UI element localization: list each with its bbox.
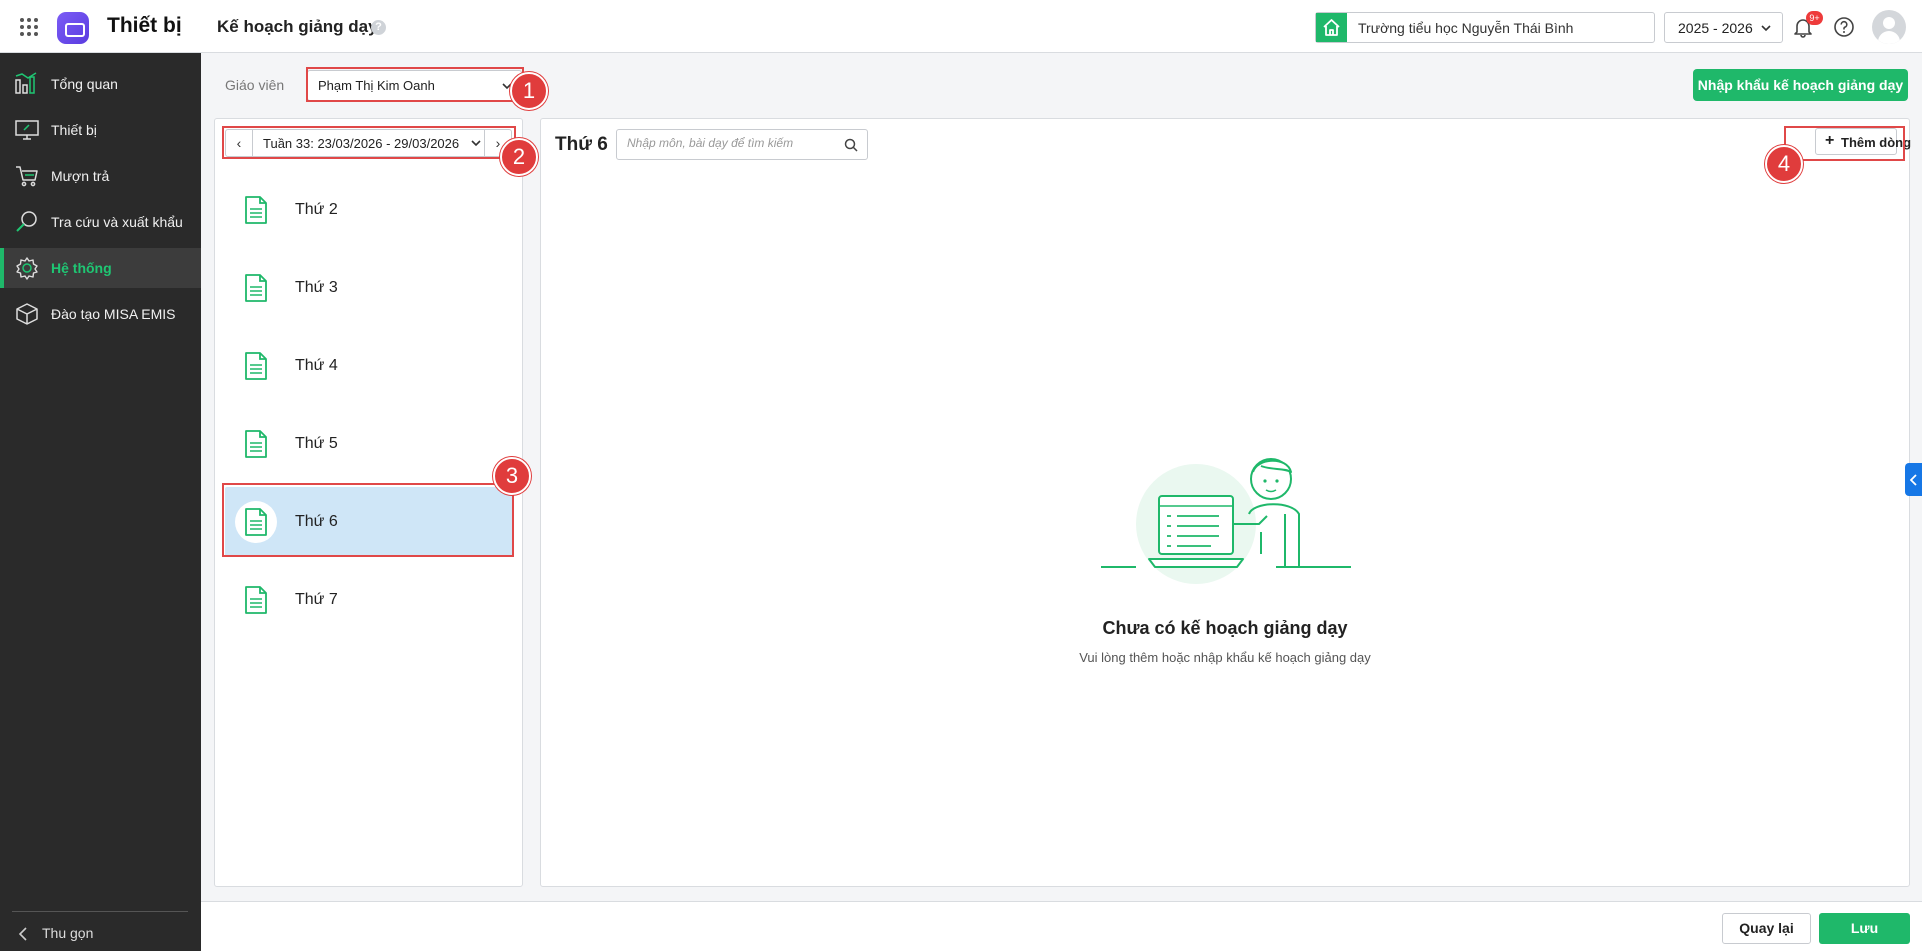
notification-badge: 9+ <box>1806 11 1823 25</box>
day-item-thu-7[interactable]: Thứ 7 <box>225 565 512 635</box>
cart-icon <box>16 166 38 187</box>
chevron-left-icon <box>18 927 27 941</box>
empty-state-subtitle: Vui lòng thêm hoặc nhập khẩu kế hoạch gi… <box>1079 650 1371 665</box>
sidebar-item-he-thong[interactable]: Hệ thống <box>0 248 201 288</box>
day-label: Thứ 5 <box>295 435 338 452</box>
top-bar: Thiết bị Kế hoạch giảng dạy ? Trường tiể… <box>0 0 1922 53</box>
empty-state-illustration <box>1101 458 1351 584</box>
annotation-marker-3: 3 <box>493 457 531 495</box>
day-label: Thứ 7 <box>295 591 338 608</box>
sidebar-item-label: Hệ thống <box>51 260 112 276</box>
highlight-week-selector <box>222 126 516 159</box>
day-item-thu-3[interactable]: Thứ 3 <box>225 253 512 323</box>
day-item-thu-4[interactable]: Thứ 4 <box>225 331 512 401</box>
school-name: Trường tiểu học Nguyễn Thái Bình <box>1358 20 1574 36</box>
day-label: Thứ 2 <box>295 201 338 218</box>
sidebar-divider <box>12 911 188 912</box>
cube-icon <box>16 303 38 325</box>
app-title: Thiết bị <box>107 14 182 37</box>
main-content: Giáo viên Phạm Thị Kim Oanh Nhập khẩu kế… <box>201 53 1922 901</box>
help-icon[interactable] <box>1833 16 1855 38</box>
school-year-value: 2025 - 2026 <box>1678 20 1753 36</box>
sidebar-item-tra-cuu[interactable]: Tra cứu và xuất khẩu <box>0 202 201 242</box>
sidebar: Tổng quan Thiết bị Mượn trả Tra cứu và x… <box>0 53 201 951</box>
save-button[interactable]: Lưu <box>1819 913 1910 944</box>
school-selector[interactable]: Trường tiểu học Nguyễn Thái Bình <box>1315 12 1655 43</box>
day-item-thu-2[interactable]: Thứ 2 <box>225 175 512 245</box>
sidebar-item-label: Thiết bị <box>51 122 97 138</box>
app-grid-icon[interactable] <box>20 18 38 36</box>
sidebar-item-label: Tổng quan <box>51 76 118 92</box>
sidebar-item-label: Đào tạo MISA EMIS <box>51 306 176 322</box>
document-icon <box>235 423 277 465</box>
plan-detail-panel: Thứ 6 + Thêm dòng Chưa có kế hoạch giảng <box>540 118 1911 887</box>
annotation-marker-2: 2 <box>500 138 538 176</box>
import-plan-button[interactable]: Nhập khẩu kế hoạch giảng dạy <box>1693 69 1908 101</box>
sidebar-item-label: Tra cứu và xuất khẩu <box>51 214 183 230</box>
user-avatar[interactable] <box>1872 10 1906 44</box>
day-item-thu-5[interactable]: Thứ 5 <box>225 409 512 479</box>
search-input[interactable] <box>627 136 827 150</box>
sidebar-item-label: Mượn trả <box>51 168 110 184</box>
document-icon <box>235 189 277 231</box>
highlight-selected-day <box>222 483 514 557</box>
expand-panel-tab[interactable] <box>1905 463 1922 496</box>
page-title: Kế hoạch giảng dạy <box>217 17 378 36</box>
annotation-marker-4: 4 <box>1765 145 1803 183</box>
sidebar-item-thiet-bi[interactable]: Thiết bị <box>0 110 201 150</box>
teacher-label: Giáo viên <box>225 77 285 93</box>
footer-bar: Quay lại Lưu <box>201 901 1922 951</box>
search-icon <box>16 211 37 232</box>
document-icon <box>235 345 277 387</box>
chevron-left-icon <box>1909 474 1917 486</box>
highlight-teacher-select <box>306 67 524 102</box>
selected-day-title: Thứ 6 <box>555 134 608 155</box>
day-label: Thứ 4 <box>295 357 338 374</box>
annotation-marker-1: 1 <box>510 72 548 110</box>
sidebar-item-dao-tao[interactable]: Đào tạo MISA EMIS <box>0 294 201 334</box>
school-home-icon <box>1316 13 1347 42</box>
gear-icon <box>16 257 38 280</box>
back-button[interactable]: Quay lại <box>1722 913 1811 944</box>
page-help-icon[interactable]: ? <box>371 20 386 35</box>
empty-state-title: Chưa có kế hoạch giảng dạy <box>1102 618 1348 638</box>
highlight-add-row <box>1784 126 1905 161</box>
chevron-down-icon <box>1761 25 1771 32</box>
school-year-select[interactable]: 2025 - 2026 <box>1664 12 1783 43</box>
monitor-icon <box>15 120 39 140</box>
search-box <box>616 129 868 160</box>
document-icon <box>235 267 277 309</box>
sidebar-item-muon-tra[interactable]: Mượn trả <box>0 156 201 196</box>
document-icon <box>235 579 277 621</box>
sidebar-item-tong-quan[interactable]: Tổng quan <box>0 64 201 104</box>
chart-bars-icon <box>15 72 37 94</box>
search-icon[interactable] <box>844 138 858 152</box>
collapse-label: Thu gọn <box>42 925 94 941</box>
day-label: Thứ 3 <box>295 279 338 296</box>
app-logo <box>57 12 89 44</box>
